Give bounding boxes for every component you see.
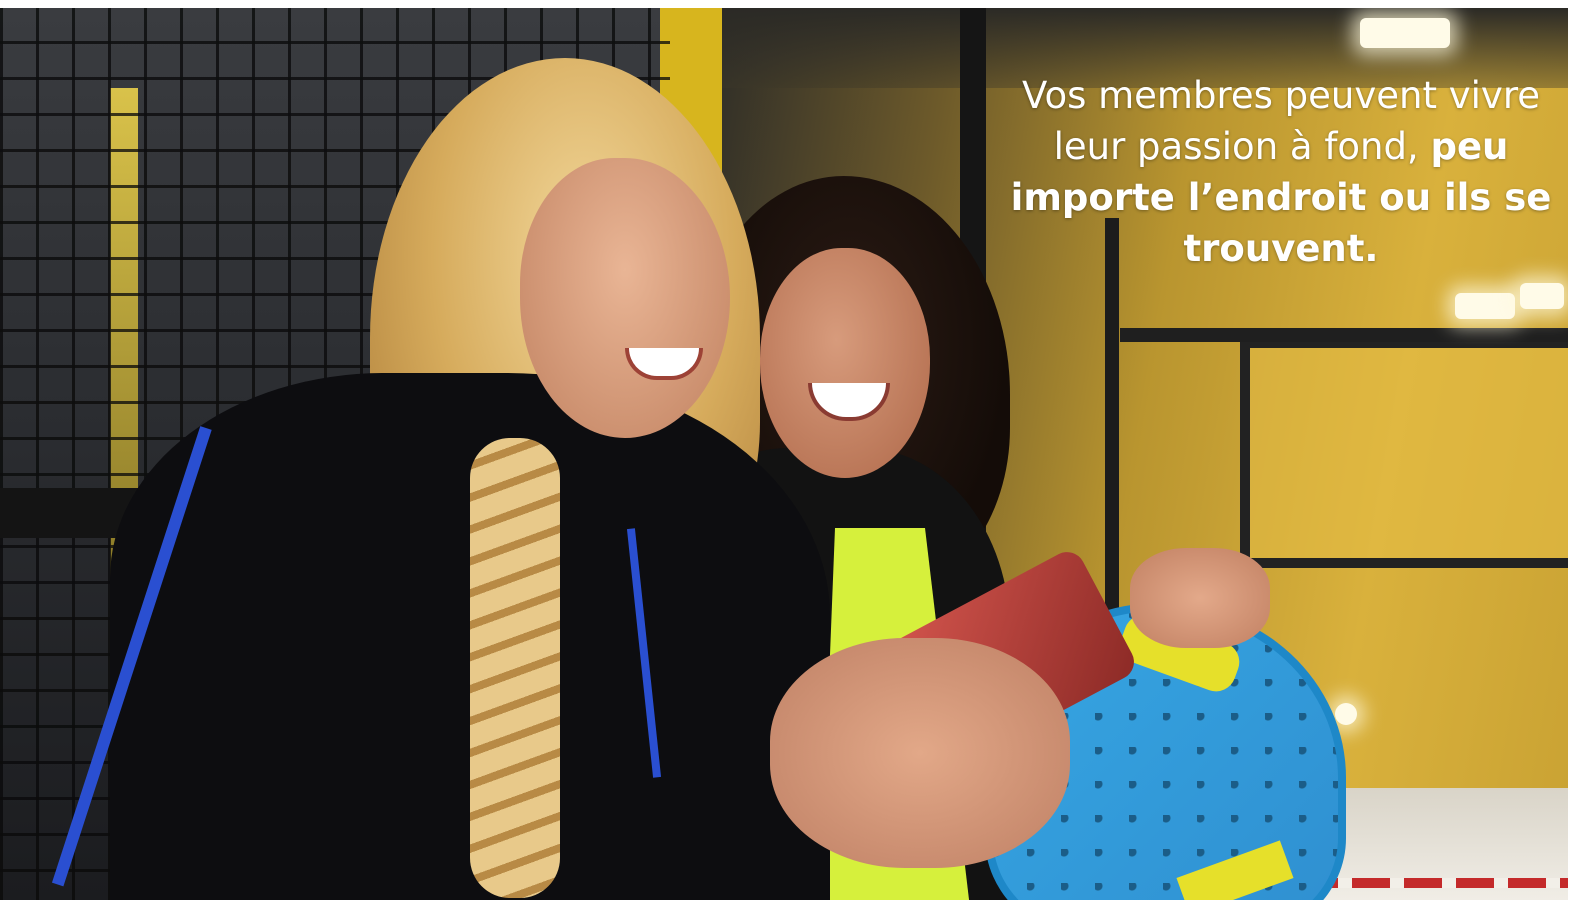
floor-stripe: [1300, 878, 1568, 888]
hero-photo: Vos membres peuvent vivre leur passion à…: [0, 8, 1568, 900]
ceiling-light: [1335, 703, 1357, 725]
hand-on-racket: [1130, 548, 1270, 648]
ceiling-light: [1360, 18, 1450, 48]
woman-dark-face: [760, 248, 930, 478]
ceiling-light: [1455, 293, 1515, 319]
braid: [470, 438, 560, 898]
court-glass-wall: [1240, 338, 1568, 568]
steel-beam: [1120, 328, 1568, 342]
hand-holding-phone: [770, 638, 1070, 868]
woman-blonde-face: [520, 158, 730, 438]
ceiling-light: [1520, 283, 1564, 309]
hero-caption: Vos membres peuvent vivre leur passion à…: [1005, 70, 1557, 274]
